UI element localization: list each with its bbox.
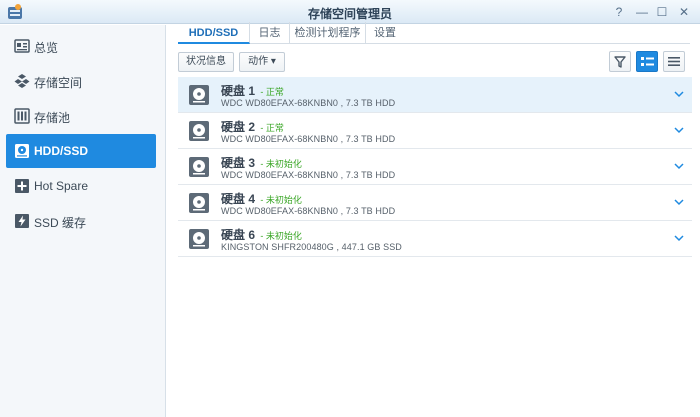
hot-spare-icon	[15, 179, 29, 193]
chevron-down-icon[interactable]	[674, 125, 684, 135]
overview-icon	[14, 39, 30, 53]
sidebar-item-label: SSD 缓存	[34, 216, 87, 230]
hdd-icon	[15, 144, 29, 158]
disk-model: WDC WD80EFAX-68KNBN0 , 7.3 TB HDD	[221, 134, 396, 144]
tab-log[interactable]: 日志	[250, 22, 290, 44]
detail-list-view-button[interactable]	[636, 51, 658, 72]
sidebar-item-ssd-cache[interactable]: SSD 缓存	[6, 204, 156, 238]
compact-list-view-button[interactable]	[663, 51, 685, 72]
sidebar-item-label: 存储空间	[34, 76, 83, 90]
sidebar-item-label: 存储池	[34, 111, 71, 125]
disk-model: WDC WD80EFAX-68KNBN0 , 7.3 TB HDD	[221, 206, 396, 216]
chevron-down-icon[interactable]	[674, 233, 684, 243]
sidebar-item-label: HDD/SSD	[34, 144, 89, 158]
disk-model: KINGSTON SHFR200480G , 447.1 GB SSD	[221, 242, 402, 252]
disk-model: WDC WD80EFAX-68KNBN0 , 7.3 TB HDD	[221, 98, 396, 108]
compact-list-icon	[668, 57, 680, 66]
disk-status: - 正常	[260, 87, 284, 97]
filter-icon	[614, 56, 626, 68]
hard-disk-icon	[189, 121, 209, 141]
tab-test-scheduler[interactable]: 检测计划程序	[290, 22, 366, 44]
minimize-button[interactable]: —	[632, 3, 652, 21]
disk-status: - 未初始化	[260, 195, 302, 205]
disk-status: - 未初始化	[260, 159, 302, 169]
disk-name: 硬盘 3 - 未初始化	[221, 156, 302, 170]
help-button[interactable]: ?	[609, 3, 629, 21]
sidebar-item-label: Hot Spare	[34, 179, 89, 193]
disk-row[interactable]: 硬盘 3 - 未初始化 WDC WD80EFAX-68KNBN0 , 7.3 T…	[178, 149, 692, 185]
hard-disk-icon	[189, 229, 209, 249]
sidebar-item-storage-pool[interactable]: 存储池	[6, 99, 156, 133]
maximize-button[interactable]: ☐	[652, 3, 672, 21]
disk-row[interactable]: 硬盘 1 - 正常 WDC WD80EFAX-68KNBN0 , 7.3 TB …	[178, 77, 692, 113]
storage-pool-icon	[14, 108, 30, 124]
sidebar: 总览 存储空间 存储池 HDD/SSD Hot Spare SSD 缓存	[0, 25, 166, 417]
tab-hdd-ssd[interactable]: HDD/SSD	[178, 22, 250, 44]
volume-icon	[14, 74, 30, 88]
chevron-down-icon[interactable]	[674, 161, 684, 171]
sidebar-item-volume[interactable]: 存储空间	[6, 64, 156, 98]
disk-model: WDC WD80EFAX-68KNBN0 , 7.3 TB HDD	[221, 170, 396, 180]
chevron-down-icon[interactable]	[674, 89, 684, 99]
tab-settings[interactable]: 设置	[366, 22, 404, 44]
tab-bar: HDD/SSD 日志 检测计划程序 设置	[178, 22, 690, 44]
close-button[interactable]: ✕	[674, 3, 694, 21]
hard-disk-icon	[189, 157, 209, 177]
ssd-cache-icon	[15, 214, 29, 228]
detail-list-icon	[641, 57, 654, 66]
hard-disk-icon	[189, 193, 209, 213]
hard-disk-icon	[189, 85, 209, 105]
disk-status: - 未初始化	[260, 231, 302, 241]
sidebar-item-hot-spare[interactable]: Hot Spare	[6, 169, 156, 203]
sidebar-item-hdd-ssd[interactable]: HDD/SSD	[6, 134, 156, 168]
sidebar-item-overview[interactable]: 总览	[6, 29, 156, 63]
action-dropdown-button[interactable]: 动作 ▾	[239, 52, 285, 72]
disk-row[interactable]: 硬盘 6 - 未初始化 KINGSTON SHFR200480G , 447.1…	[178, 221, 692, 257]
chevron-down-icon[interactable]	[674, 197, 684, 207]
disk-row[interactable]: 硬盘 4 - 未初始化 WDC WD80EFAX-68KNBN0 , 7.3 T…	[178, 185, 692, 221]
disk-name: 硬盘 4 - 未初始化	[221, 192, 302, 206]
title-bar: 存储空间管理员 ? — ☐ ✕	[0, 0, 700, 24]
disk-name: 硬盘 6 - 未初始化	[221, 228, 302, 242]
status-info-button[interactable]: 状况信息	[178, 52, 234, 72]
disk-name: 硬盘 1 - 正常	[221, 84, 284, 98]
disk-status: - 正常	[260, 123, 284, 133]
disk-name: 硬盘 2 - 正常	[221, 120, 284, 134]
filter-button[interactable]	[609, 51, 631, 72]
window-title: 存储空间管理员	[307, 7, 392, 21]
disk-row[interactable]: 硬盘 2 - 正常 WDC WD80EFAX-68KNBN0 , 7.3 TB …	[178, 113, 692, 149]
sidebar-item-label: 总览	[34, 41, 59, 55]
